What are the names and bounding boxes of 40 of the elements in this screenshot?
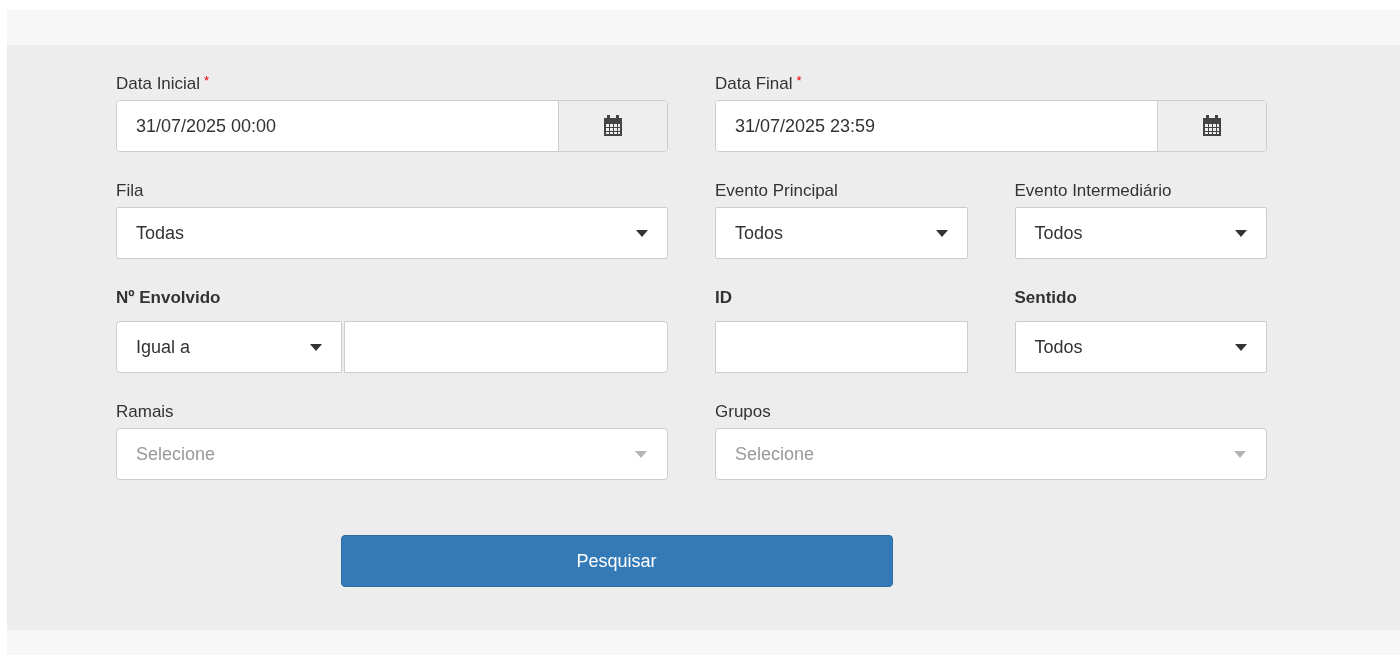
caret-icon [935,229,948,237]
select-field[interactable]: Todos [1014,321,1267,373]
select-field[interactable]: Todas [116,207,668,259]
calendar-button[interactable] [1157,101,1266,151]
date-field[interactable]: 31/07/2025 00:00 [116,100,668,152]
field-label: Fila [116,180,144,202]
caret-icon [310,343,322,351]
caret-icon [636,229,648,237]
field-label: Nº Envolvido [116,287,221,309]
select-value: Todos [1034,221,1083,245]
field-label: Sentido [1014,287,1077,309]
field-label: Data Final [715,73,793,95]
field-label: Ramais [116,401,174,423]
required-mark: * [796,73,802,89]
caret-icon [1235,229,1247,237]
select-value: Igual a [136,335,191,359]
field-label: Data Inicial [116,73,201,95]
calendar-button[interactable] [558,101,667,151]
field-label: Evento Principal [715,180,838,202]
placeholder-text: Selecione [735,442,815,466]
input-field[interactable] [344,321,668,373]
operator-select[interactable]: Igual a [116,321,342,373]
required-mark: * [204,73,210,89]
select-field[interactable]: Todos [1014,207,1267,259]
select-value: Todos [1034,335,1083,359]
caret-icon [635,450,647,458]
date-field[interactable]: 31/07/2025 23:59 [715,100,1267,152]
search-button[interactable]: Pesquisar [340,535,893,587]
field-label: Grupos [715,401,771,423]
caret-icon [1235,343,1247,351]
caret-icon [1234,450,1246,458]
select-value: Todos [735,221,784,245]
calendar-icon [603,115,623,137]
select-field[interactable]: Todos [715,207,968,259]
input-field[interactable] [715,321,968,373]
field-label: ID [715,287,732,309]
select-value: Todas [136,221,185,245]
field-label: Evento Intermediário [1014,180,1172,202]
placeholder-text: Selecione [136,442,216,466]
calendar-icon [1202,115,1222,137]
